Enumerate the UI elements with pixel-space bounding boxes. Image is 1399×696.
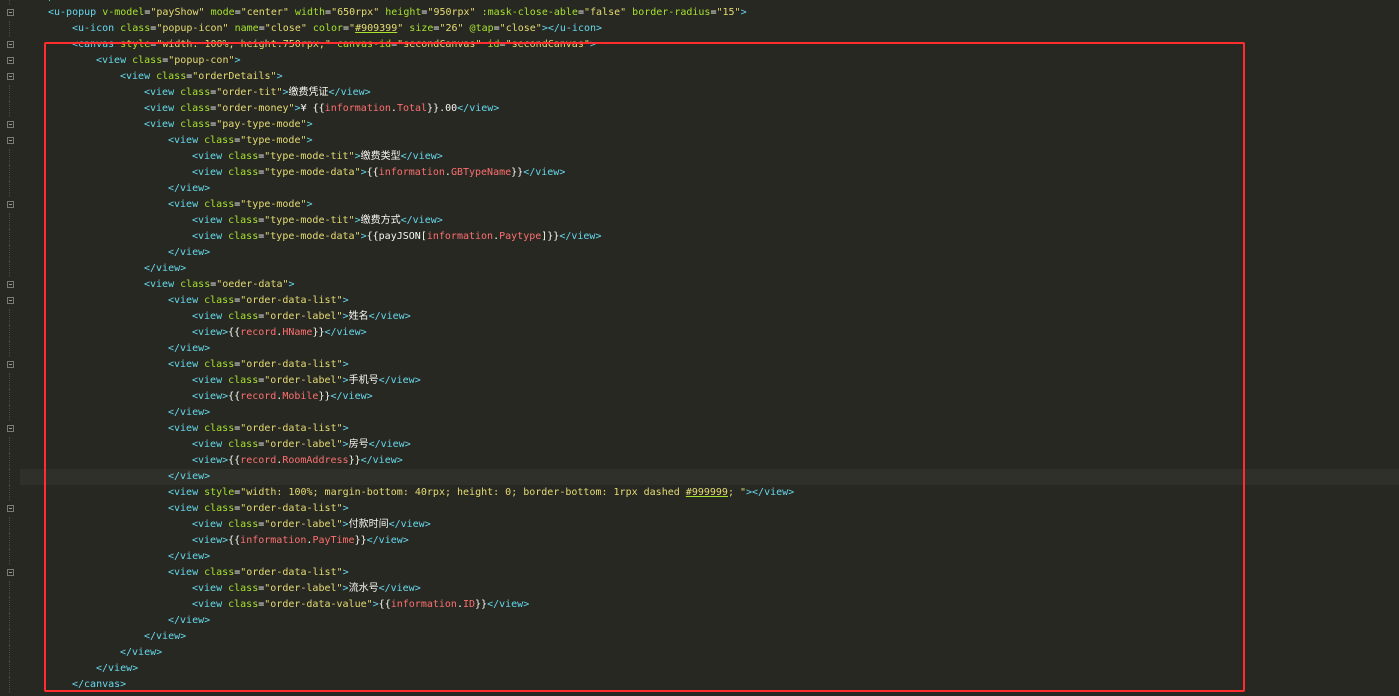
- code-token: ></u-icon>: [541, 23, 603, 34]
- code-token: size: [409, 23, 434, 34]
- code-token: name: [234, 23, 259, 34]
- gutter-guide: [9, 229, 10, 245]
- gutter-guide: [9, 325, 10, 341]
- gutter-guide: [9, 485, 10, 501]
- code-token: "26": [439, 23, 464, 34]
- code-token: <template>: [24, 0, 84, 2]
- gutter-guide: [9, 261, 10, 277]
- gutter-guide: [9, 613, 10, 629]
- red-highlight-box: [44, 42, 1245, 692]
- code-token: "15": [716, 7, 741, 18]
- code-token: >: [740, 7, 747, 18]
- code-token: @tap: [469, 23, 494, 34]
- code-token: "650rpx": [331, 7, 380, 18]
- code-token: "false": [583, 7, 627, 18]
- fold-toggle-icon[interactable]: [7, 297, 14, 304]
- code-token: mode: [210, 7, 235, 18]
- gutter-guide: [9, 469, 10, 485]
- gutter-guide: [9, 629, 10, 645]
- gutter-guide: [9, 0, 10, 5]
- gutter-guide: [9, 405, 10, 421]
- gutter-guide: [9, 517, 10, 533]
- gutter-guide: [9, 21, 10, 37]
- gutter-guide: [9, 453, 10, 469]
- fold-toggle-icon[interactable]: [7, 425, 14, 432]
- code-token: border-radius: [632, 7, 711, 18]
- code-token: <u-icon: [72, 23, 121, 34]
- gutter-guide: [9, 101, 10, 117]
- code-token: :mask-close-able: [481, 7, 578, 18]
- fold-toggle-icon[interactable]: [7, 201, 14, 208]
- code-token: "950rpx": [427, 7, 476, 18]
- gutter-guide: [9, 165, 10, 181]
- fold-toggle-icon[interactable]: [7, 137, 14, 144]
- code-token: <u-popup: [48, 7, 103, 18]
- code-token: v-model: [102, 7, 145, 18]
- code-token: class: [120, 23, 151, 34]
- code-token: height: [385, 7, 422, 18]
- gutter-guide: [9, 149, 10, 165]
- code-token: "close": [264, 23, 307, 34]
- code-text: <u-icon class="popup-icon" name="close" …: [72, 21, 602, 37]
- code-line[interactable]: <u-popup v-model="payShow" mode="center"…: [7, 5, 1399, 21]
- code-text: <u-popup v-model="payShow" mode="center"…: [48, 5, 747, 21]
- code-editor[interactable]: <template> <u-popup v-model="payShow" mod…: [0, 0, 1399, 696]
- fold-toggle-icon[interactable]: [7, 121, 14, 128]
- gutter-guide: [9, 549, 10, 565]
- code-token: "close": [499, 23, 542, 34]
- code-token: "center": [240, 7, 289, 18]
- fold-toggle-icon[interactable]: [7, 569, 14, 576]
- code-token: "payShow": [150, 7, 205, 18]
- gutter-guide: [9, 85, 10, 101]
- fold-toggle-icon[interactable]: [7, 41, 14, 48]
- gutter-guide: [9, 309, 10, 325]
- fold-toggle-icon[interactable]: [7, 505, 14, 512]
- fold-toggle-icon[interactable]: [7, 9, 14, 16]
- gutter-guide: [9, 677, 10, 693]
- code-token: "popup-icon": [156, 23, 229, 34]
- gutter-guide: [9, 389, 10, 405]
- gutter-guide: [9, 533, 10, 549]
- gutter-guide: [9, 373, 10, 389]
- code-token: color: [312, 23, 344, 34]
- gutter-guide: [9, 181, 10, 197]
- gutter-guide: [9, 661, 10, 677]
- fold-toggle-icon[interactable]: [7, 281, 14, 288]
- code-token: width: [294, 7, 326, 18]
- gutter-guide: [9, 341, 10, 357]
- gutter-guide: [9, 213, 10, 229]
- gutter-guide: [9, 245, 10, 261]
- fold-toggle-icon[interactable]: [7, 73, 14, 80]
- line-gutter: [0, 0, 20, 696]
- gutter-guide: [9, 437, 10, 453]
- fold-toggle-icon[interactable]: [7, 361, 14, 368]
- gutter-guide: [9, 597, 10, 613]
- fold-toggle-icon[interactable]: [7, 57, 14, 64]
- code-token: #909399: [355, 23, 398, 34]
- gutter-guide: [9, 581, 10, 597]
- code-line[interactable]: <u-icon class="popup-icon" name="close" …: [9, 21, 1399, 37]
- gutter-guide: [9, 645, 10, 661]
